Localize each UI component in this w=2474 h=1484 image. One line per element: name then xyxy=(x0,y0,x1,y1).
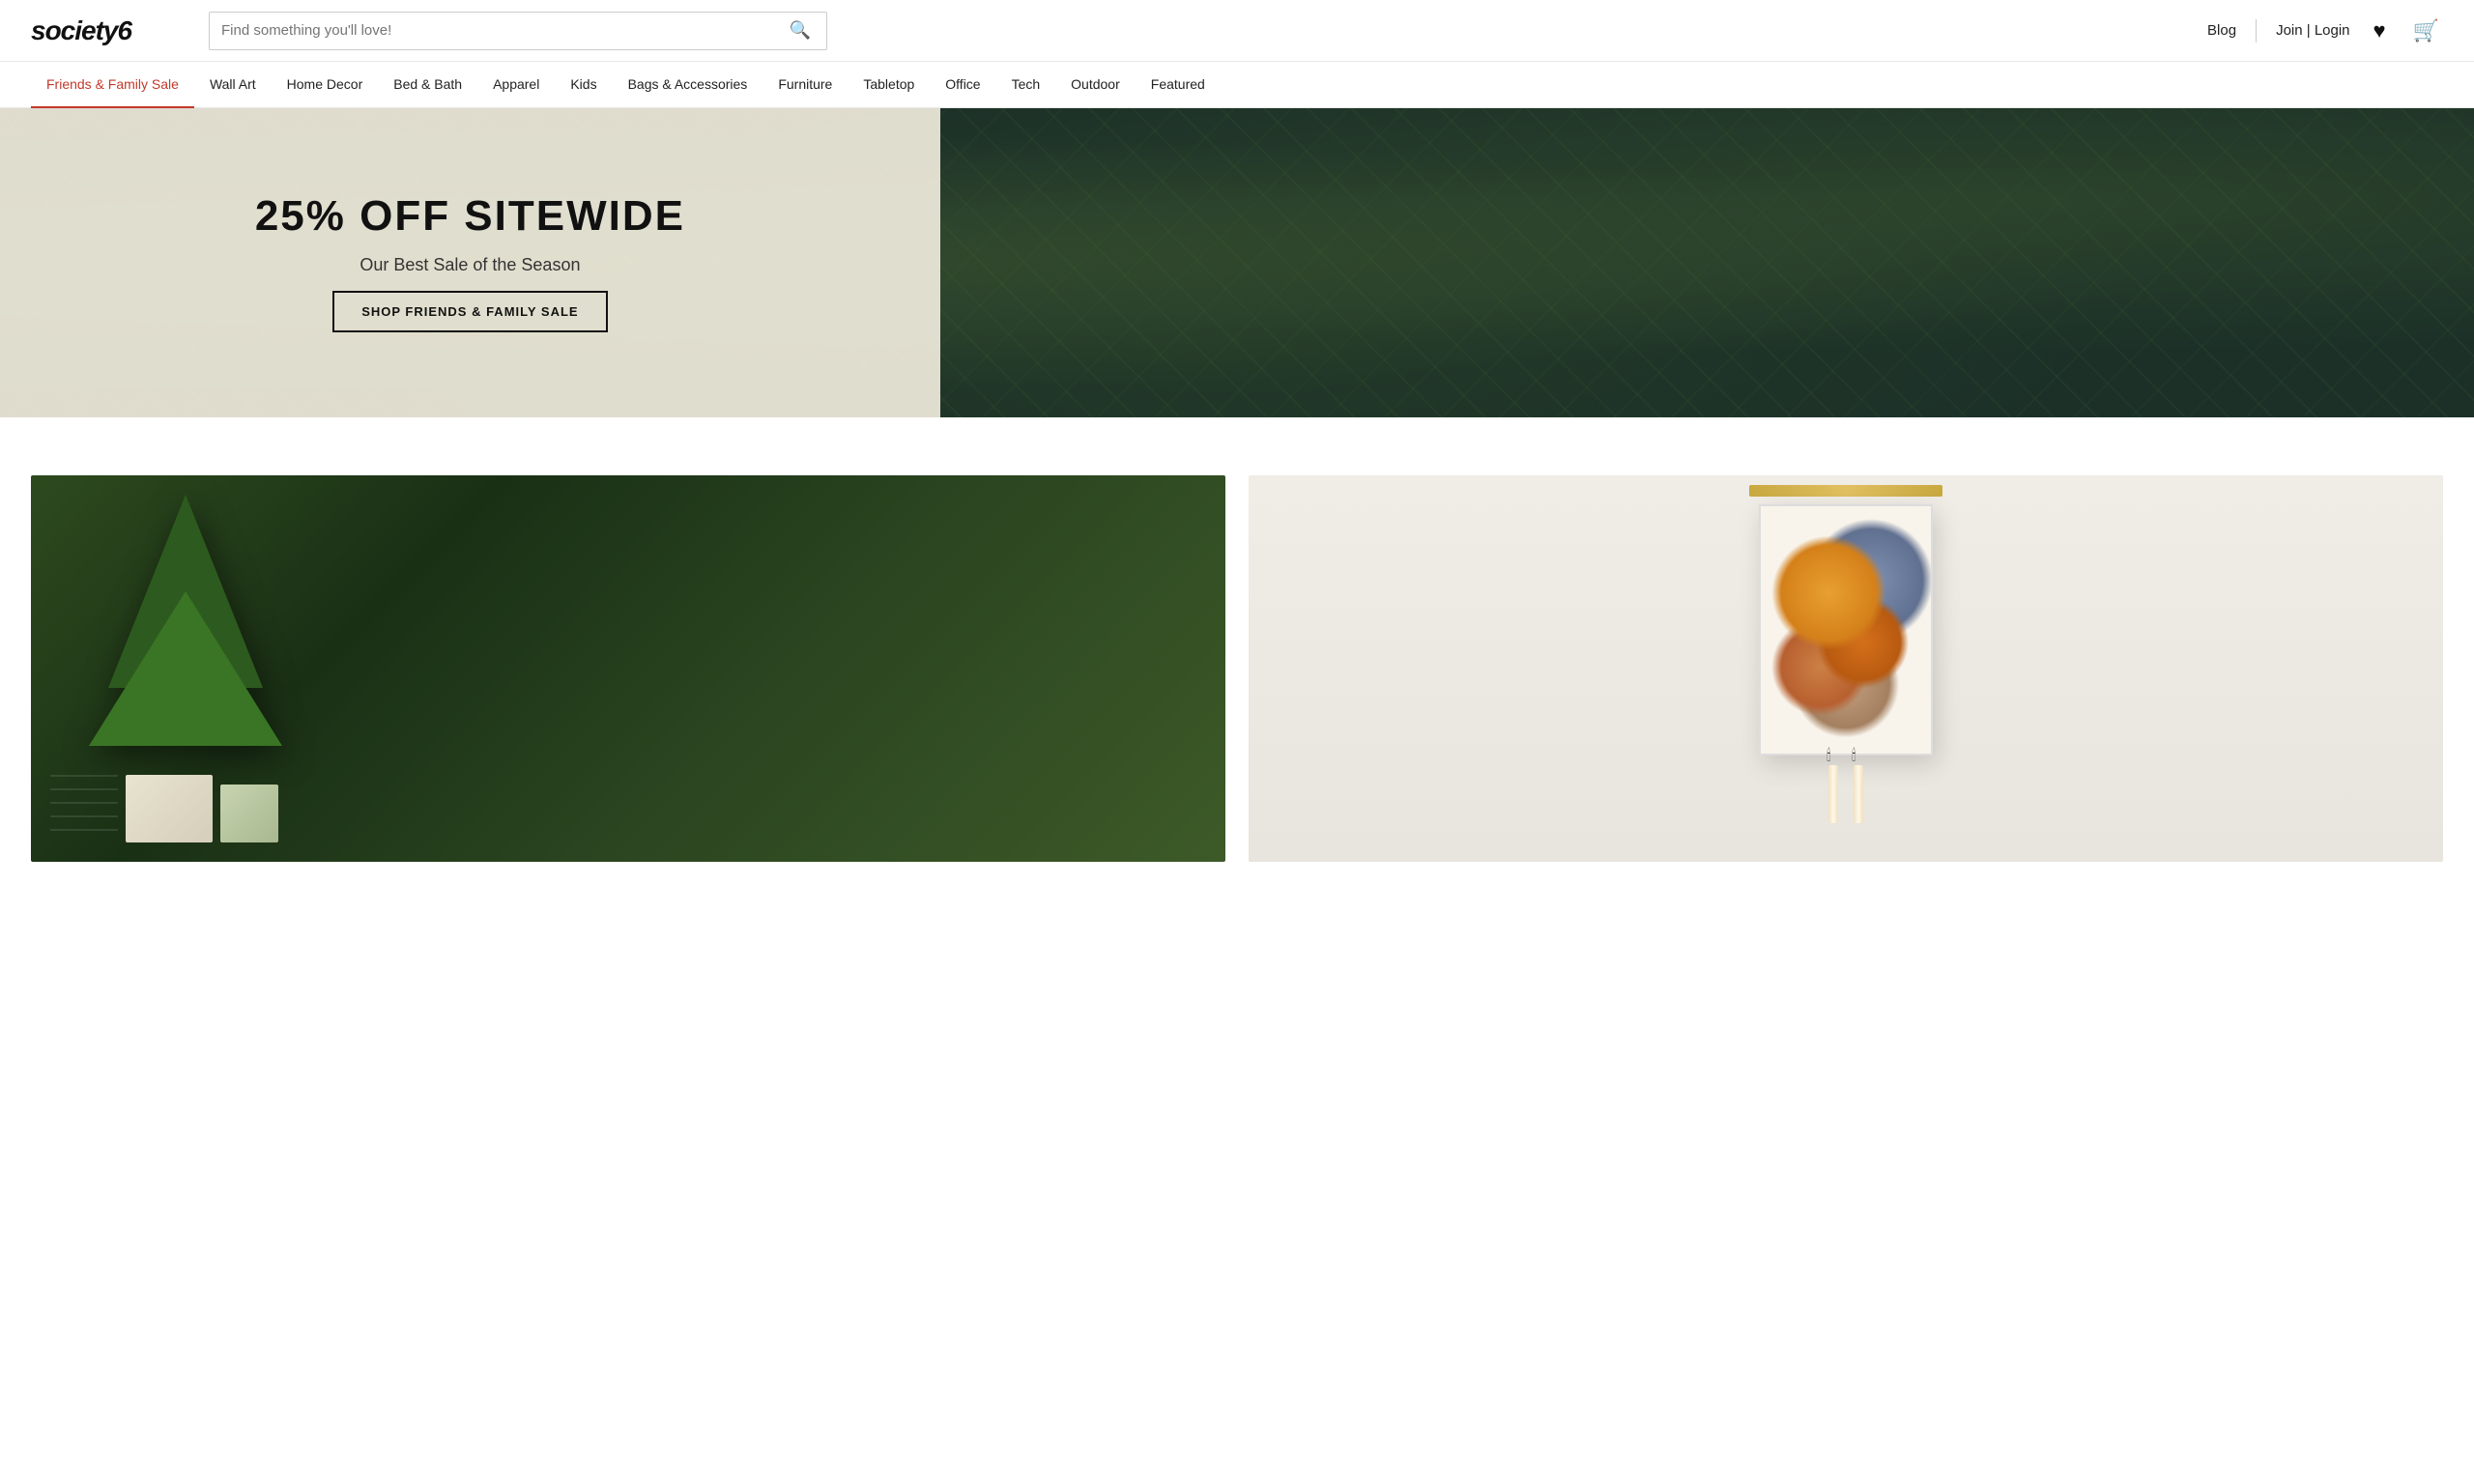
nav-item-tech[interactable]: Tech xyxy=(996,62,1056,108)
wall-art-frame xyxy=(1759,504,1933,756)
hero-background: 25% OFF SITEWIDE Our Best Sale of the Se… xyxy=(0,108,2474,417)
product-section xyxy=(0,417,2474,862)
search-bar: 🔍 xyxy=(209,12,827,50)
nav-item-outdoor[interactable]: Outdoor xyxy=(1055,62,1136,108)
candle-1 xyxy=(1828,765,1838,823)
product-card-holiday[interactable] xyxy=(31,475,1225,862)
art-print xyxy=(1761,506,1931,754)
site-header: society6 🔍 Blog Join | Login ♥ 🛒 xyxy=(0,0,2474,62)
search-icon: 🔍 xyxy=(790,20,811,40)
hero-cta-button[interactable]: SHOP FRIENDS & FAMILY SALE xyxy=(332,291,607,332)
nav-item-bed-bath[interactable]: Bed & Bath xyxy=(378,62,477,108)
tree-icon xyxy=(108,495,263,688)
site-logo[interactable]: society6 xyxy=(31,15,186,46)
nav-item-friends-family[interactable]: Friends & Family Sale xyxy=(31,62,194,108)
header-right: Blog Join | Login ♥ 🛒 xyxy=(2207,18,2443,43)
cart-icon: 🛒 xyxy=(2413,18,2439,43)
nav-item-wall-art[interactable]: Wall Art xyxy=(194,62,272,108)
present-3 xyxy=(220,785,278,842)
nav-item-bags-accessories[interactable]: Bags & Accessories xyxy=(613,62,763,108)
search-button[interactable]: 🔍 xyxy=(786,20,815,41)
nav-item-featured[interactable]: Featured xyxy=(1136,62,1221,108)
main-nav: Friends & Family SaleWall ArtHome DecorB… xyxy=(0,62,2474,108)
nav-item-apparel[interactable]: Apparel xyxy=(477,62,555,108)
lamp-icon xyxy=(1749,485,1942,497)
nav-item-furniture[interactable]: Furniture xyxy=(762,62,848,108)
auth-link[interactable]: Join | Login xyxy=(2276,22,2349,39)
nav-item-home-decor[interactable]: Home Decor xyxy=(272,62,379,108)
nav-item-kids[interactable]: Kids xyxy=(555,62,612,108)
hero-banner: 25% OFF SITEWIDE Our Best Sale of the Se… xyxy=(0,108,2474,417)
product-card-art[interactable] xyxy=(1249,475,2443,862)
nav-item-office[interactable]: Office xyxy=(930,62,995,108)
wishlist-button[interactable]: ♥ xyxy=(2370,18,2390,43)
header-divider xyxy=(2256,19,2257,43)
heart-icon: ♥ xyxy=(2373,18,2386,43)
present-2 xyxy=(126,775,213,842)
cart-button[interactable]: 🛒 xyxy=(2409,18,2443,43)
present-1 xyxy=(50,765,118,842)
product-grid xyxy=(31,475,2443,862)
xmas-scene xyxy=(31,475,1225,862)
hero-subtitle: Our Best Sale of the Season xyxy=(360,255,580,275)
search-input[interactable] xyxy=(221,22,786,39)
hero-title: 25% OFF SITEWIDE xyxy=(255,193,685,240)
candle-2 xyxy=(1854,765,1863,823)
hero-center: 25% OFF SITEWIDE Our Best Sale of the Se… xyxy=(0,108,940,417)
presents-group xyxy=(31,707,1225,862)
art-scene xyxy=(1249,475,2443,862)
candles-group xyxy=(1828,765,1863,823)
nav-item-tabletop[interactable]: Tabletop xyxy=(848,62,930,108)
blog-link[interactable]: Blog xyxy=(2207,22,2236,39)
